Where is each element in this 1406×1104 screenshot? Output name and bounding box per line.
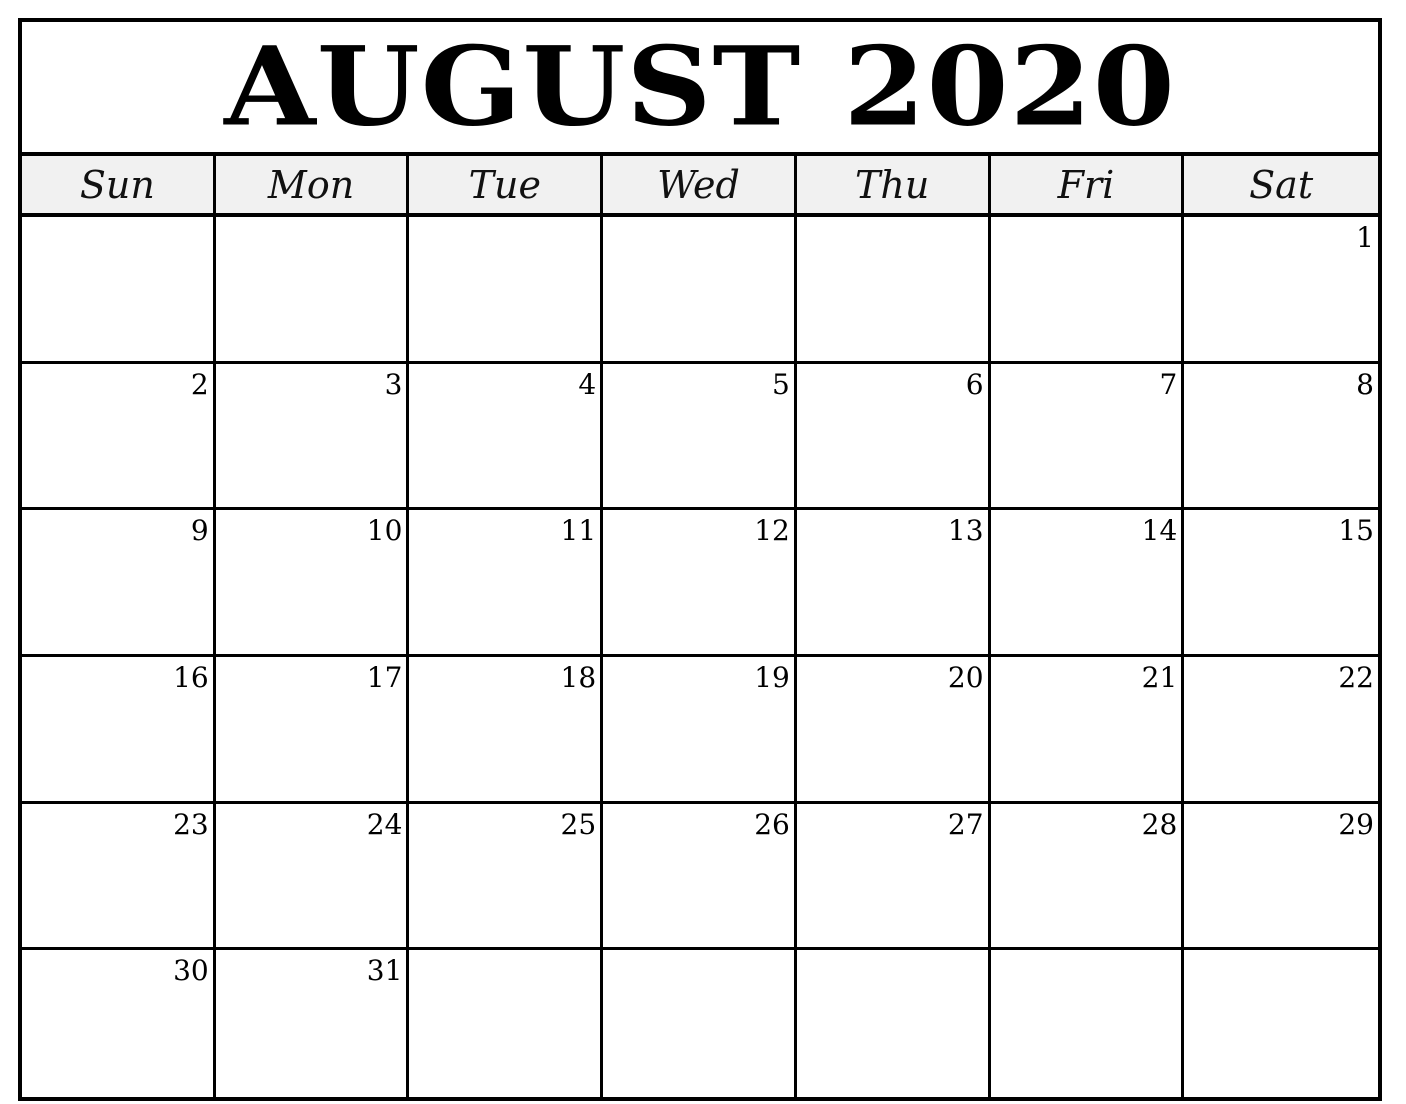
day-cell: 9 — [22, 510, 216, 657]
day-cell: 23 — [22, 803, 216, 951]
day-cell: 10 — [215, 510, 410, 657]
day-number: 4 — [578, 367, 597, 401]
empty-day-cell — [1184, 950, 1378, 1097]
empty-day-cell — [991, 950, 1185, 1097]
day-number: 20 — [947, 661, 984, 694]
day-cell: 2 — [22, 363, 216, 511]
day-number: 24 — [366, 807, 403, 841]
weekday-tue: Tue — [409, 156, 604, 213]
day-number: 7 — [1159, 367, 1178, 401]
day-cell: 17 — [215, 657, 410, 804]
day-cell: 24 — [215, 803, 410, 951]
day-cell: 6 — [796, 363, 991, 511]
day-cell: 31 — [216, 950, 410, 1097]
day-cell: 3 — [215, 363, 410, 511]
day-cell: 1 — [1184, 217, 1378, 364]
day-cell: 16 — [22, 657, 216, 804]
weekday-sat: Sat — [1249, 162, 1314, 207]
day-cell: 11 — [409, 510, 604, 657]
day-number: 27 — [947, 807, 984, 841]
day-number: 12 — [754, 514, 790, 548]
day-number: 2 — [190, 367, 209, 401]
empty-day-cell — [797, 950, 991, 1097]
day-number: 9 — [190, 514, 209, 548]
day-cell: 14 — [990, 510, 1185, 657]
day-number: 3 — [384, 367, 403, 401]
day-number: 6 — [965, 367, 984, 401]
day-cell: 25 — [409, 803, 604, 951]
day-number: 30 — [173, 954, 209, 988]
empty-day-cell — [796, 217, 991, 364]
day-cell: 13 — [796, 510, 991, 657]
empty-day-cell — [409, 950, 604, 1097]
day-number: 22 — [1338, 661, 1374, 694]
calendar-title: AUGUST 2020 — [22, 22, 1378, 156]
day-number: 10 — [366, 514, 403, 548]
day-cell: 12 — [603, 510, 797, 657]
day-number: 11 — [560, 514, 597, 548]
day-number: 14 — [1141, 514, 1178, 548]
empty-day-cell — [22, 217, 216, 364]
day-number: 26 — [754, 807, 790, 841]
calendar: AUGUST 2020 Sun Mon Tue Wed Thu Fri Sat … — [18, 18, 1382, 1101]
weekday-sun: Sun — [22, 156, 216, 213]
day-cell: 4 — [409, 363, 604, 511]
day-cell: 29 — [1184, 804, 1378, 951]
day-number: 29 — [1338, 807, 1374, 841]
day-number: 23 — [173, 807, 209, 841]
day-grid: 1 2 3 4 5 6 7 8 9 10 11 12 13 14 15 16 17 18 19 20 21 22 23 24 2… — [22, 217, 1378, 1097]
day-cell: 22 — [1184, 657, 1378, 804]
weekday-header-row: Sun Mon Tue Wed Thu Fri Sat — [22, 156, 1378, 217]
empty-day-cell — [603, 950, 797, 1097]
day-number: 31 — [366, 954, 403, 988]
weekday-fri: Fri — [991, 156, 1185, 213]
day-cell: 27 — [796, 803, 991, 951]
day-number: 19 — [754, 661, 790, 694]
day-number: 13 — [947, 514, 984, 548]
day-cell: 8 — [1184, 364, 1378, 511]
empty-day-cell — [409, 217, 604, 364]
day-cell: 28 — [990, 803, 1185, 951]
day-cell: 26 — [603, 803, 797, 951]
day-number: 16 — [173, 661, 209, 694]
month-year-title: AUGUST 2020 — [224, 22, 1176, 151]
day-cell: 20 — [796, 657, 991, 804]
day-number: 21 — [1141, 661, 1178, 694]
day-number: 5 — [772, 367, 790, 401]
day-number: 17 — [366, 661, 403, 694]
day-cell: 7 — [990, 363, 1185, 511]
day-cell: 30 — [22, 950, 216, 1097]
day-cell: 19 — [603, 657, 797, 804]
day-number: 15 — [1338, 514, 1374, 548]
day-number: 28 — [1141, 807, 1178, 841]
day-number: 25 — [560, 807, 597, 841]
weekday-wed: Wed — [603, 156, 797, 213]
day-cell: 5 — [603, 363, 797, 511]
day-cell: 18 — [409, 657, 604, 804]
empty-day-cell — [215, 217, 410, 364]
day-cell: 15 — [1184, 510, 1378, 657]
day-cell: 21 — [990, 657, 1185, 804]
weekday-mon: Mon — [216, 156, 410, 213]
weekday-thu: Thu — [797, 156, 991, 213]
day-number: 1 — [1356, 221, 1374, 254]
empty-day-cell — [990, 217, 1185, 364]
day-number: 18 — [560, 661, 597, 694]
day-number: 8 — [1356, 367, 1374, 401]
empty-day-cell — [603, 217, 797, 364]
